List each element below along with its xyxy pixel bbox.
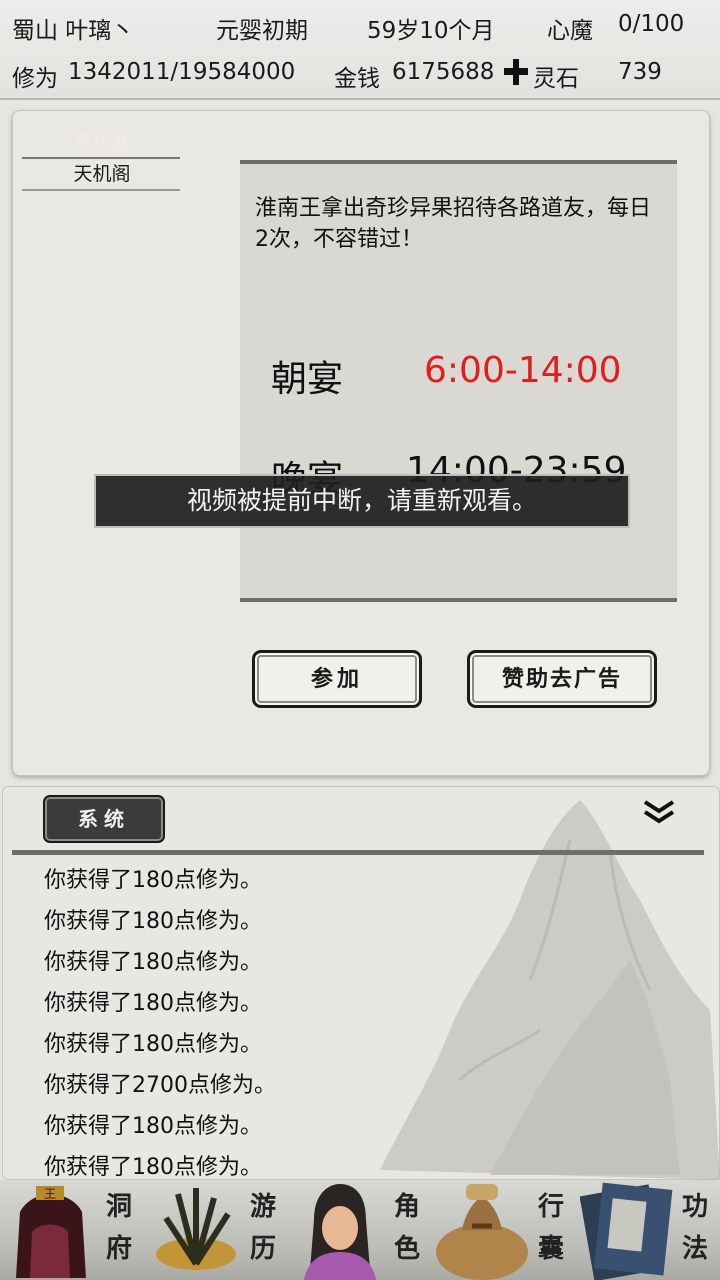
spirit-stone-value: 739 <box>618 59 662 85</box>
ink-mountain-background <box>380 800 720 1180</box>
nav-character[interactable]: 角 色 <box>288 1180 432 1280</box>
log-entry: 你获得了2700点修为。 <box>44 1073 276 1098</box>
nav-label: 囊 <box>537 1234 564 1264</box>
nav-travel[interactable]: 游 历 <box>144 1180 288 1280</box>
morning-banquet-time: 6:00-14:00 <box>424 350 622 391</box>
log-list: 你获得了180点修为。 你获得了180点修为。 你获得了180点修为。 你获得了… <box>44 860 276 1188</box>
join-button[interactable]: 参加 <box>252 650 422 708</box>
player-age: 59岁10个月 <box>367 18 495 44</box>
nav-bag[interactable]: 行 囊 <box>432 1180 576 1280</box>
player-name: 蜀山 叶璃丶 <box>12 18 135 44</box>
heart-demon-label: 心魔 <box>547 18 593 44</box>
log-tab-system[interactable]: 系统 <box>43 795 165 843</box>
cave-mansion-icon: 王 <box>16 1186 86 1278</box>
spirit-stone-label: 灵石 <box>533 66 579 92</box>
morning-banquet-label: 朝宴 <box>271 359 344 400</box>
log-entry: 你获得了180点修为。 <box>44 909 262 934</box>
money-value: 6175688 <box>392 59 495 85</box>
log-entry: 你获得了180点修为。 <box>44 868 262 893</box>
heart-demon-value: 0/100 <box>618 11 685 37</box>
toast-message: 视频被提前中断，请重新观看。 <box>94 474 630 528</box>
realm-level: 元婴初期 <box>216 18 308 44</box>
nav-label: 府 <box>105 1234 132 1264</box>
log-entry: 你获得了180点修为。 <box>44 991 262 1016</box>
log-divider <box>12 850 704 855</box>
cultivation-label: 修为 <box>12 66 58 92</box>
travel-icon <box>156 1188 236 1270</box>
remove-ads-button[interactable]: 赞助去广告 <box>467 650 657 708</box>
tab-divider <box>22 157 180 159</box>
cultivation-value: 1342011/19584000 <box>68 59 296 85</box>
nav-label: 洞 <box>105 1192 132 1222</box>
log-entry: 你获得了180点修为。 <box>44 1032 262 1057</box>
nav-label: 角 <box>393 1192 420 1222</box>
tab-tianji-pavilion[interactable]: 天机阁 <box>22 160 182 190</box>
nav-cave-mansion[interactable]: 王 洞 府 <box>0 1180 144 1280</box>
bottom-nav: 王 洞 府 游 历 角 色 行 囊 功 法 <box>0 1180 720 1280</box>
nav-label: 法 <box>681 1234 708 1264</box>
money-label: 金钱 <box>334 66 380 92</box>
double-chevron-down-icon[interactable] <box>641 798 677 826</box>
tab-banquet[interactable]: 奇珍宴 <box>22 127 182 157</box>
svg-text:王: 王 <box>44 1187 56 1201</box>
spirit-stone-icon <box>504 59 528 85</box>
log-entry: 你获得了180点修为。 <box>44 1114 262 1139</box>
nav-label: 行 <box>537 1192 564 1222</box>
nav-label: 功 <box>681 1192 708 1222</box>
bag-icon <box>436 1184 528 1280</box>
scripture-icon <box>580 1182 673 1280</box>
character-icon <box>304 1184 376 1280</box>
nav-label: 色 <box>393 1234 420 1264</box>
event-description: 淮南王拿出奇珍异果招待各路道友，每日2次，不容错过！ <box>255 196 652 252</box>
nav-label: 游 <box>249 1192 276 1222</box>
tab-divider <box>22 189 180 191</box>
nav-scriptures[interactable]: 功 法 <box>576 1180 720 1280</box>
status-header: 蜀山 叶璃丶 元婴初期 59岁10个月 心魔 0/100 修为 1342011/… <box>0 0 720 100</box>
nav-label: 历 <box>249 1234 276 1264</box>
log-entry: 你获得了180点修为。 <box>44 950 262 975</box>
